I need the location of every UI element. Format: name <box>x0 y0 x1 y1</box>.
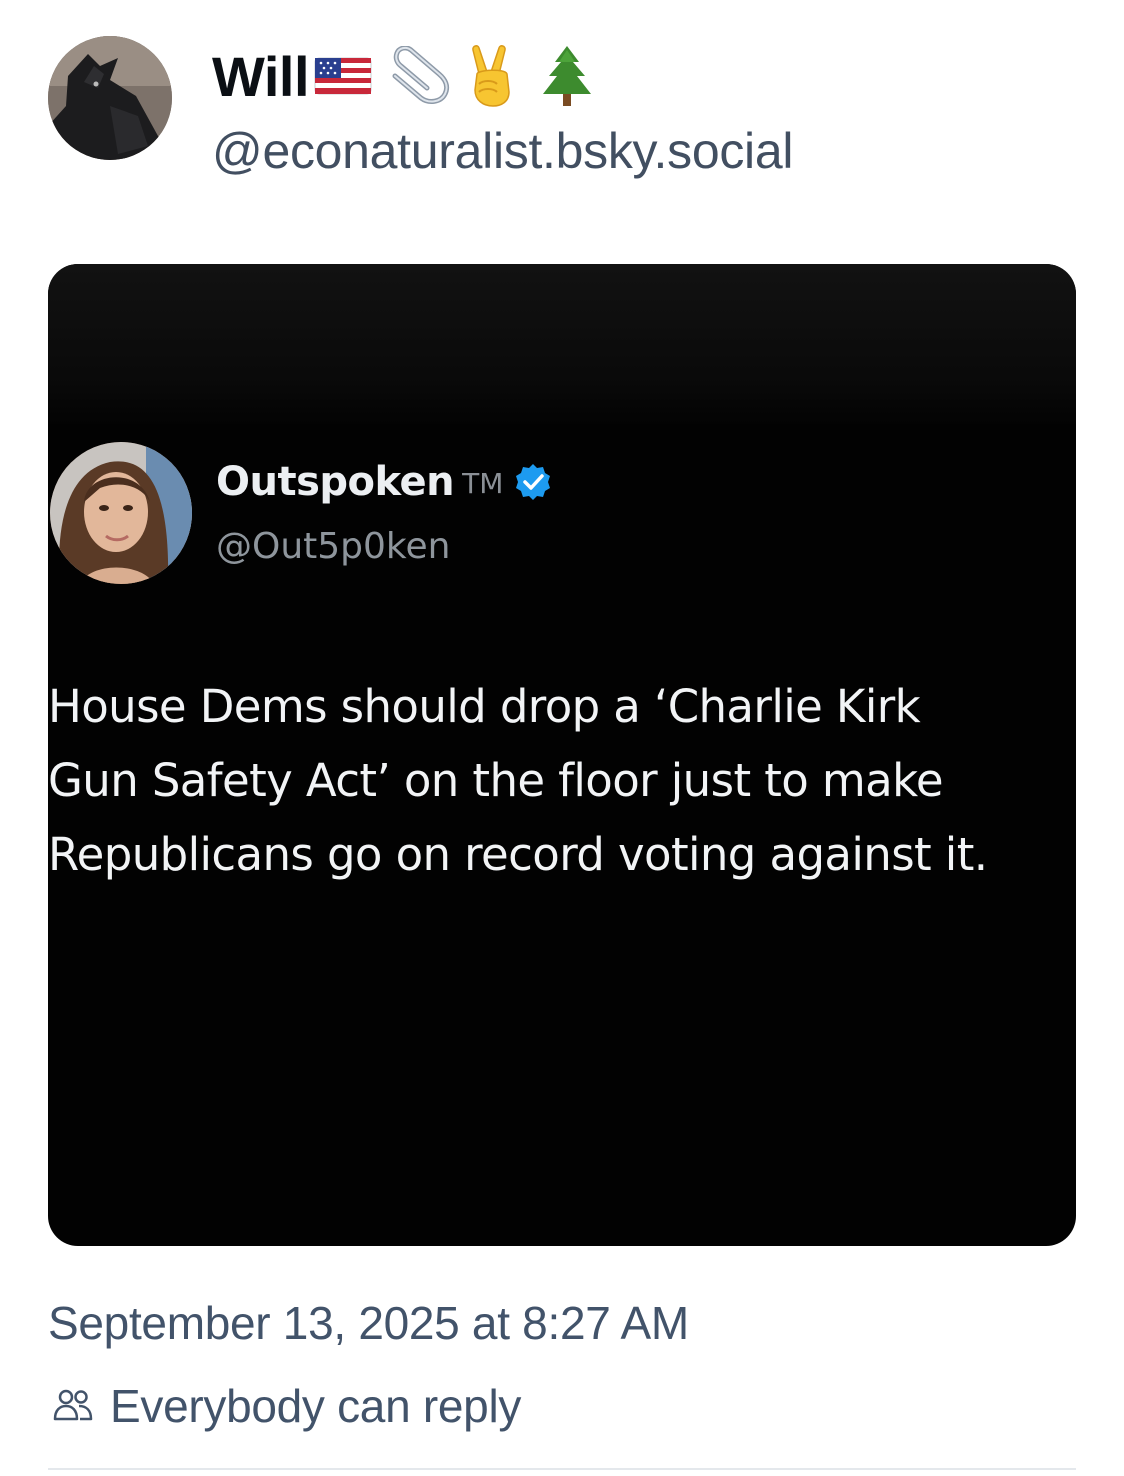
verified-badge-icon <box>513 462 553 502</box>
paperclip-icon <box>385 46 455 106</box>
author-name-row[interactable]: Will <box>212 40 595 112</box>
evergreen-tree-icon <box>539 44 595 108</box>
quoted-author-name: Outspoken <box>216 459 455 505</box>
victory-hand-icon <box>465 44 521 108</box>
quoted-author-row: Outspoken TM <box>216 456 553 508</box>
post-image[interactable]: Outspoken TM @Out5p0ken House Dems shoul… <box>48 264 1076 1246</box>
image-background-band <box>48 264 1076 424</box>
people-icon <box>52 1385 94 1427</box>
quoted-author-handle: @Out5p0ken <box>216 526 451 567</box>
author-handle[interactable]: @econaturalist.bsky.social <box>212 122 793 180</box>
woman-portrait-avatar <box>50 442 192 584</box>
author-display-name[interactable]: Will <box>212 44 310 109</box>
divider <box>48 1468 1076 1470</box>
quoted-post-text: House Dems should drop a ‘Charlie Kirk G… <box>48 680 988 881</box>
author-avatar[interactable] <box>48 36 172 160</box>
flag-us-icon <box>313 54 373 98</box>
howling-wolf-avatar <box>48 36 172 160</box>
post-timestamp: September 13, 2025 at 8:27 AM <box>48 1297 689 1349</box>
reply-setting: Everybody can reply <box>48 1378 521 1434</box>
quoted-author-suffix: TM <box>462 466 504 500</box>
reply-setting-label: Everybody can reply <box>110 1380 522 1432</box>
